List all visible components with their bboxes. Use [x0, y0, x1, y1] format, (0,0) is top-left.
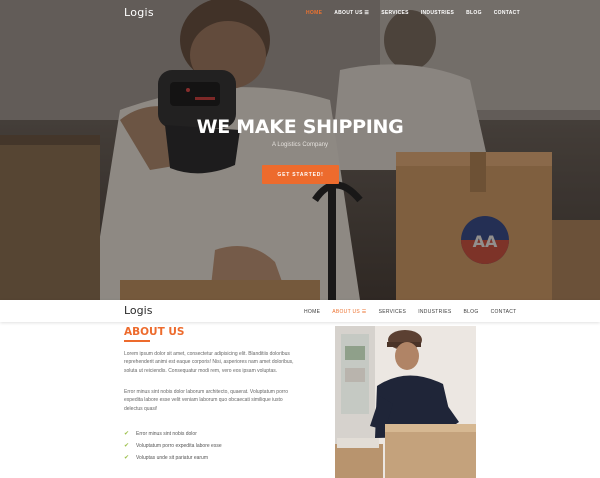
logo[interactable]: Logis: [124, 6, 154, 19]
sticky-nav-contact[interactable]: CONTACT: [489, 309, 519, 315]
nav-about-us-label: ABOUT US: [334, 10, 363, 16]
nav-blog[interactable]: BLOG: [464, 10, 484, 16]
list-item: ✔ Error minus sint nobis dolor: [124, 428, 222, 440]
list-item: ✔ Voluptas unde sit pariatur earum: [124, 452, 222, 464]
check-icon: ✔: [124, 431, 130, 437]
top-navbar: Logis HOME ABOUT US ☰ SERVICES INDUSTRIE…: [0, 0, 600, 26]
about-paragraph-2: Error minus sint nobis dolor laborum arc…: [124, 389, 288, 412]
list-item-label: Error minus sint nobis dolor: [136, 431, 197, 437]
sticky-nav-services[interactable]: SERVICES: [377, 309, 409, 315]
delivery-man-photo: [335, 326, 476, 478]
nav-about-us[interactable]: ABOUT US ☰: [332, 10, 371, 16]
sticky-menu: HOME ABOUT US ☰ SERVICES INDUSTRIES BLOG…: [302, 309, 518, 315]
about-photo: [335, 326, 476, 478]
title-underline: [124, 340, 150, 342]
hero-subtitle: A Logistics Company: [271, 142, 329, 148]
nav-services[interactable]: SERVICES: [379, 10, 411, 16]
feature-checklist: ✔ Error minus sint nobis dolor ✔ Voluptatu…: [124, 428, 222, 464]
sticky-nav-home[interactable]: HOME: [302, 309, 322, 315]
check-icon: ✔: [124, 455, 130, 461]
sticky-nav-blog[interactable]: BLOG: [461, 309, 480, 315]
list-item-label: Voluptas unde sit pariatur earum: [136, 455, 208, 461]
check-icon: ✔: [124, 443, 130, 449]
about-title: ABOUT US: [124, 326, 185, 338]
sticky-nav-about-us-label: ABOUT US: [332, 309, 361, 315]
top-menu: HOME ABOUT US ☰ SERVICES INDUSTRIES BLOG…: [304, 10, 522, 16]
sticky-navbar: Logis HOME ABOUT US ☰ SERVICES INDUSTRIE…: [0, 300, 600, 322]
sticky-nav-industries[interactable]: INDUSTRIES: [416, 309, 453, 315]
sticky-nav-about-us[interactable]: ABOUT US ☰: [330, 309, 368, 315]
list-item-label: Voluptatum porro expedita labore esse: [136, 443, 222, 449]
dropdown-icon: ☰: [361, 309, 367, 315]
nav-contact[interactable]: CONTACT: [492, 10, 522, 16]
hero-title: WE MAKE SHIPPING: [196, 116, 404, 138]
dropdown-icon: ☰: [364, 10, 370, 16]
about-paragraph-1: Lorem ipsum dolor sit amet, consectetur …: [124, 351, 294, 374]
nav-industries[interactable]: INDUSTRIES: [419, 10, 456, 16]
hero-overlay: [0, 0, 600, 300]
get-started-button[interactable]: GET STARTED!: [262, 165, 339, 184]
hero-banner: AA Logis HOME ABOUT US ☰ SERVICES INDUST…: [0, 0, 600, 300]
list-item: ✔ Voluptatum porro expedita labore esse: [124, 440, 222, 452]
nav-home[interactable]: HOME: [304, 10, 324, 16]
logo-sticky[interactable]: Logis: [124, 304, 152, 317]
